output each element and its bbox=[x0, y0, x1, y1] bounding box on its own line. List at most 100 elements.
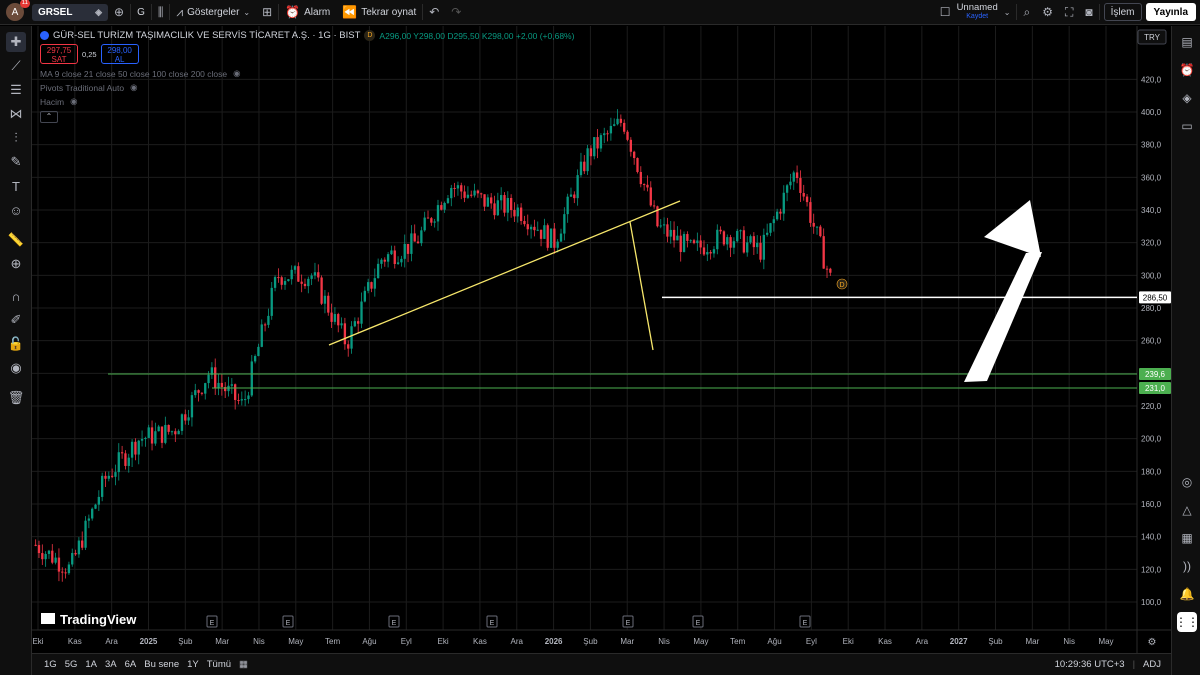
ideas-button[interactable]: ◎ bbox=[1177, 472, 1197, 492]
alerts-button[interactable]: ⏰ bbox=[1177, 60, 1197, 80]
candle-body bbox=[513, 210, 516, 217]
candle-body bbox=[642, 184, 646, 186]
text-tool[interactable]: T bbox=[6, 176, 26, 196]
candle-body bbox=[619, 118, 623, 123]
time-axis-label: Kas bbox=[473, 637, 487, 646]
calendar-button[interactable]: ▦ bbox=[1177, 528, 1197, 548]
adj-toggle[interactable]: ADJ bbox=[1139, 659, 1165, 670]
candle-body bbox=[623, 122, 626, 132]
replay-button[interactable]: ⏪ Tekrar oynat bbox=[336, 0, 422, 25]
candle-body bbox=[416, 241, 420, 244]
collapse-legend-button[interactable]: ⌃ bbox=[40, 111, 58, 123]
time-axis-label: Tem bbox=[730, 637, 745, 646]
range-button[interactable]: Tümü bbox=[203, 659, 235, 670]
range-button[interactable]: 1G bbox=[40, 659, 61, 670]
stream-button[interactable]: )) bbox=[1177, 556, 1197, 576]
range-button[interactable]: 3A bbox=[101, 659, 121, 670]
fullscreen-button[interactable]: ⛶ bbox=[1059, 0, 1079, 25]
range-button[interactable]: 5G bbox=[61, 659, 82, 670]
hide-tool[interactable]: ◉ bbox=[6, 358, 26, 378]
candle-body bbox=[719, 229, 722, 232]
sell-label: SAT bbox=[51, 55, 67, 64]
magnet-tool[interactable]: ∩ bbox=[6, 286, 26, 306]
publish-button[interactable]: Yayınla bbox=[1145, 3, 1196, 21]
layers-button[interactable]: ◈ bbox=[1177, 88, 1197, 108]
snapshot-button[interactable]: ◙ bbox=[1079, 0, 1098, 25]
candle-body bbox=[273, 277, 277, 288]
eye-icon[interactable]: ◉ bbox=[70, 96, 77, 107]
range-button[interactable]: 6A bbox=[121, 659, 141, 670]
apps-button[interactable]: ⋮⋮ bbox=[1175, 612, 1199, 632]
remove-tool[interactable]: 🗑 bbox=[6, 388, 26, 408]
time-axis-label: Şub bbox=[988, 637, 1003, 646]
price-axis-label: 300,0 bbox=[1141, 271, 1162, 280]
interval-button[interactable]: G bbox=[131, 0, 151, 25]
candle-body bbox=[785, 185, 789, 193]
alarm-button[interactable]: ⏰ Alarm bbox=[279, 0, 336, 25]
indicator-pivots[interactable]: Pivots Traditional Auto ◉ bbox=[40, 82, 574, 93]
indicators-button[interactable]: ⩘ Göstergeler ⌄ bbox=[170, 0, 256, 25]
fullscreen-icon: ⛶ bbox=[1064, 4, 1074, 19]
redo-button[interactable]: ↷ bbox=[445, 0, 467, 25]
time-axis-label: Ağu bbox=[767, 637, 781, 646]
candle-body bbox=[765, 232, 769, 235]
symbol-search[interactable]: GRSEL ◈ bbox=[32, 3, 108, 21]
pine-button[interactable]: △ bbox=[1177, 500, 1197, 520]
templates-button[interactable]: ⊞ bbox=[256, 0, 278, 25]
earnings-marker-label: E bbox=[696, 620, 701, 627]
compare-button[interactable]: ⊕ bbox=[108, 0, 130, 25]
sell-button[interactable]: 297,75 SAT bbox=[40, 44, 78, 64]
chat-button[interactable]: ▭ bbox=[1177, 116, 1197, 136]
forecast-tool[interactable]: ⫶ bbox=[6, 128, 26, 148]
candle-body bbox=[603, 133, 606, 136]
candle-body bbox=[692, 240, 696, 244]
candle-body bbox=[682, 234, 686, 252]
divider: | bbox=[1132, 659, 1136, 670]
candle-body bbox=[190, 395, 194, 418]
notifications-button[interactable]: 🔔 bbox=[1177, 584, 1197, 604]
time-axis-label: Ara bbox=[105, 637, 118, 646]
candle-body bbox=[61, 571, 64, 573]
lock-tool[interactable]: 🔓 bbox=[6, 334, 26, 354]
quick-search-button[interactable]: ⌕ bbox=[1017, 0, 1036, 25]
pattern-icon: ⋈ bbox=[9, 106, 23, 121]
pattern-tool[interactable]: ⋈ bbox=[6, 104, 26, 124]
price-axis-label: 420,0 bbox=[1141, 75, 1162, 84]
goto-date-button[interactable]: ▦ bbox=[235, 659, 252, 670]
settings-button[interactable]: ⚙ bbox=[1036, 0, 1059, 25]
candle-body bbox=[473, 190, 476, 196]
range-button[interactable]: Bu sene bbox=[140, 659, 183, 670]
layout-button[interactable]: ☐ Unnamed Kaydet ⌄ bbox=[934, 0, 1017, 25]
candle-body bbox=[250, 361, 253, 396]
plus-circle-icon: ⊕ bbox=[114, 5, 125, 19]
buy-button[interactable]: 298,00 AL bbox=[100, 44, 139, 64]
candle-body bbox=[64, 572, 67, 574]
watchlist-button[interactable]: ▤ bbox=[1177, 32, 1197, 52]
zoom-tool[interactable]: ⊕ bbox=[6, 254, 26, 274]
range-button[interactable]: 1Y bbox=[183, 659, 203, 670]
trade-button[interactable]: İşlem bbox=[1103, 3, 1142, 21]
candle-body bbox=[506, 197, 509, 213]
time-axis-label: Nis bbox=[658, 637, 670, 646]
crosshair-tool[interactable]: ✚ bbox=[6, 32, 26, 52]
ruler-tool[interactable]: 📏 bbox=[6, 230, 26, 250]
time-axis-label: May bbox=[288, 637, 303, 646]
range-button[interactable]: 1A bbox=[81, 659, 101, 670]
undo-button[interactable]: ↶ bbox=[423, 0, 445, 25]
emoji-tool[interactable]: ☺ bbox=[6, 200, 26, 220]
fib-icon: ☰ bbox=[10, 82, 22, 97]
user-avatar[interactable]: A 11 bbox=[6, 0, 30, 21]
indicator-ma[interactable]: MA 9 close 21 close 50 close 100 close 2… bbox=[40, 68, 574, 79]
clock-timezone[interactable]: 10:29:36 UTC+3 bbox=[1051, 659, 1129, 670]
trend-line-tool[interactable]: ⟋ bbox=[6, 56, 26, 76]
fib-tool[interactable]: ☰ bbox=[6, 80, 26, 100]
candle-body bbox=[214, 367, 217, 389]
eye-icon[interactable]: ◉ bbox=[130, 82, 137, 93]
indicator-volume[interactable]: Hacim ◉ bbox=[40, 96, 574, 107]
brush-tool[interactable]: ✎ bbox=[6, 152, 26, 172]
eye-icon[interactable]: ◉ bbox=[233, 68, 240, 79]
stay-drawing-tool[interactable]: ✐ bbox=[6, 310, 26, 330]
candle-body bbox=[546, 225, 549, 248]
time-axis-label: Ara bbox=[916, 637, 929, 646]
chart-type-button[interactable]: ⫼ bbox=[152, 0, 170, 25]
